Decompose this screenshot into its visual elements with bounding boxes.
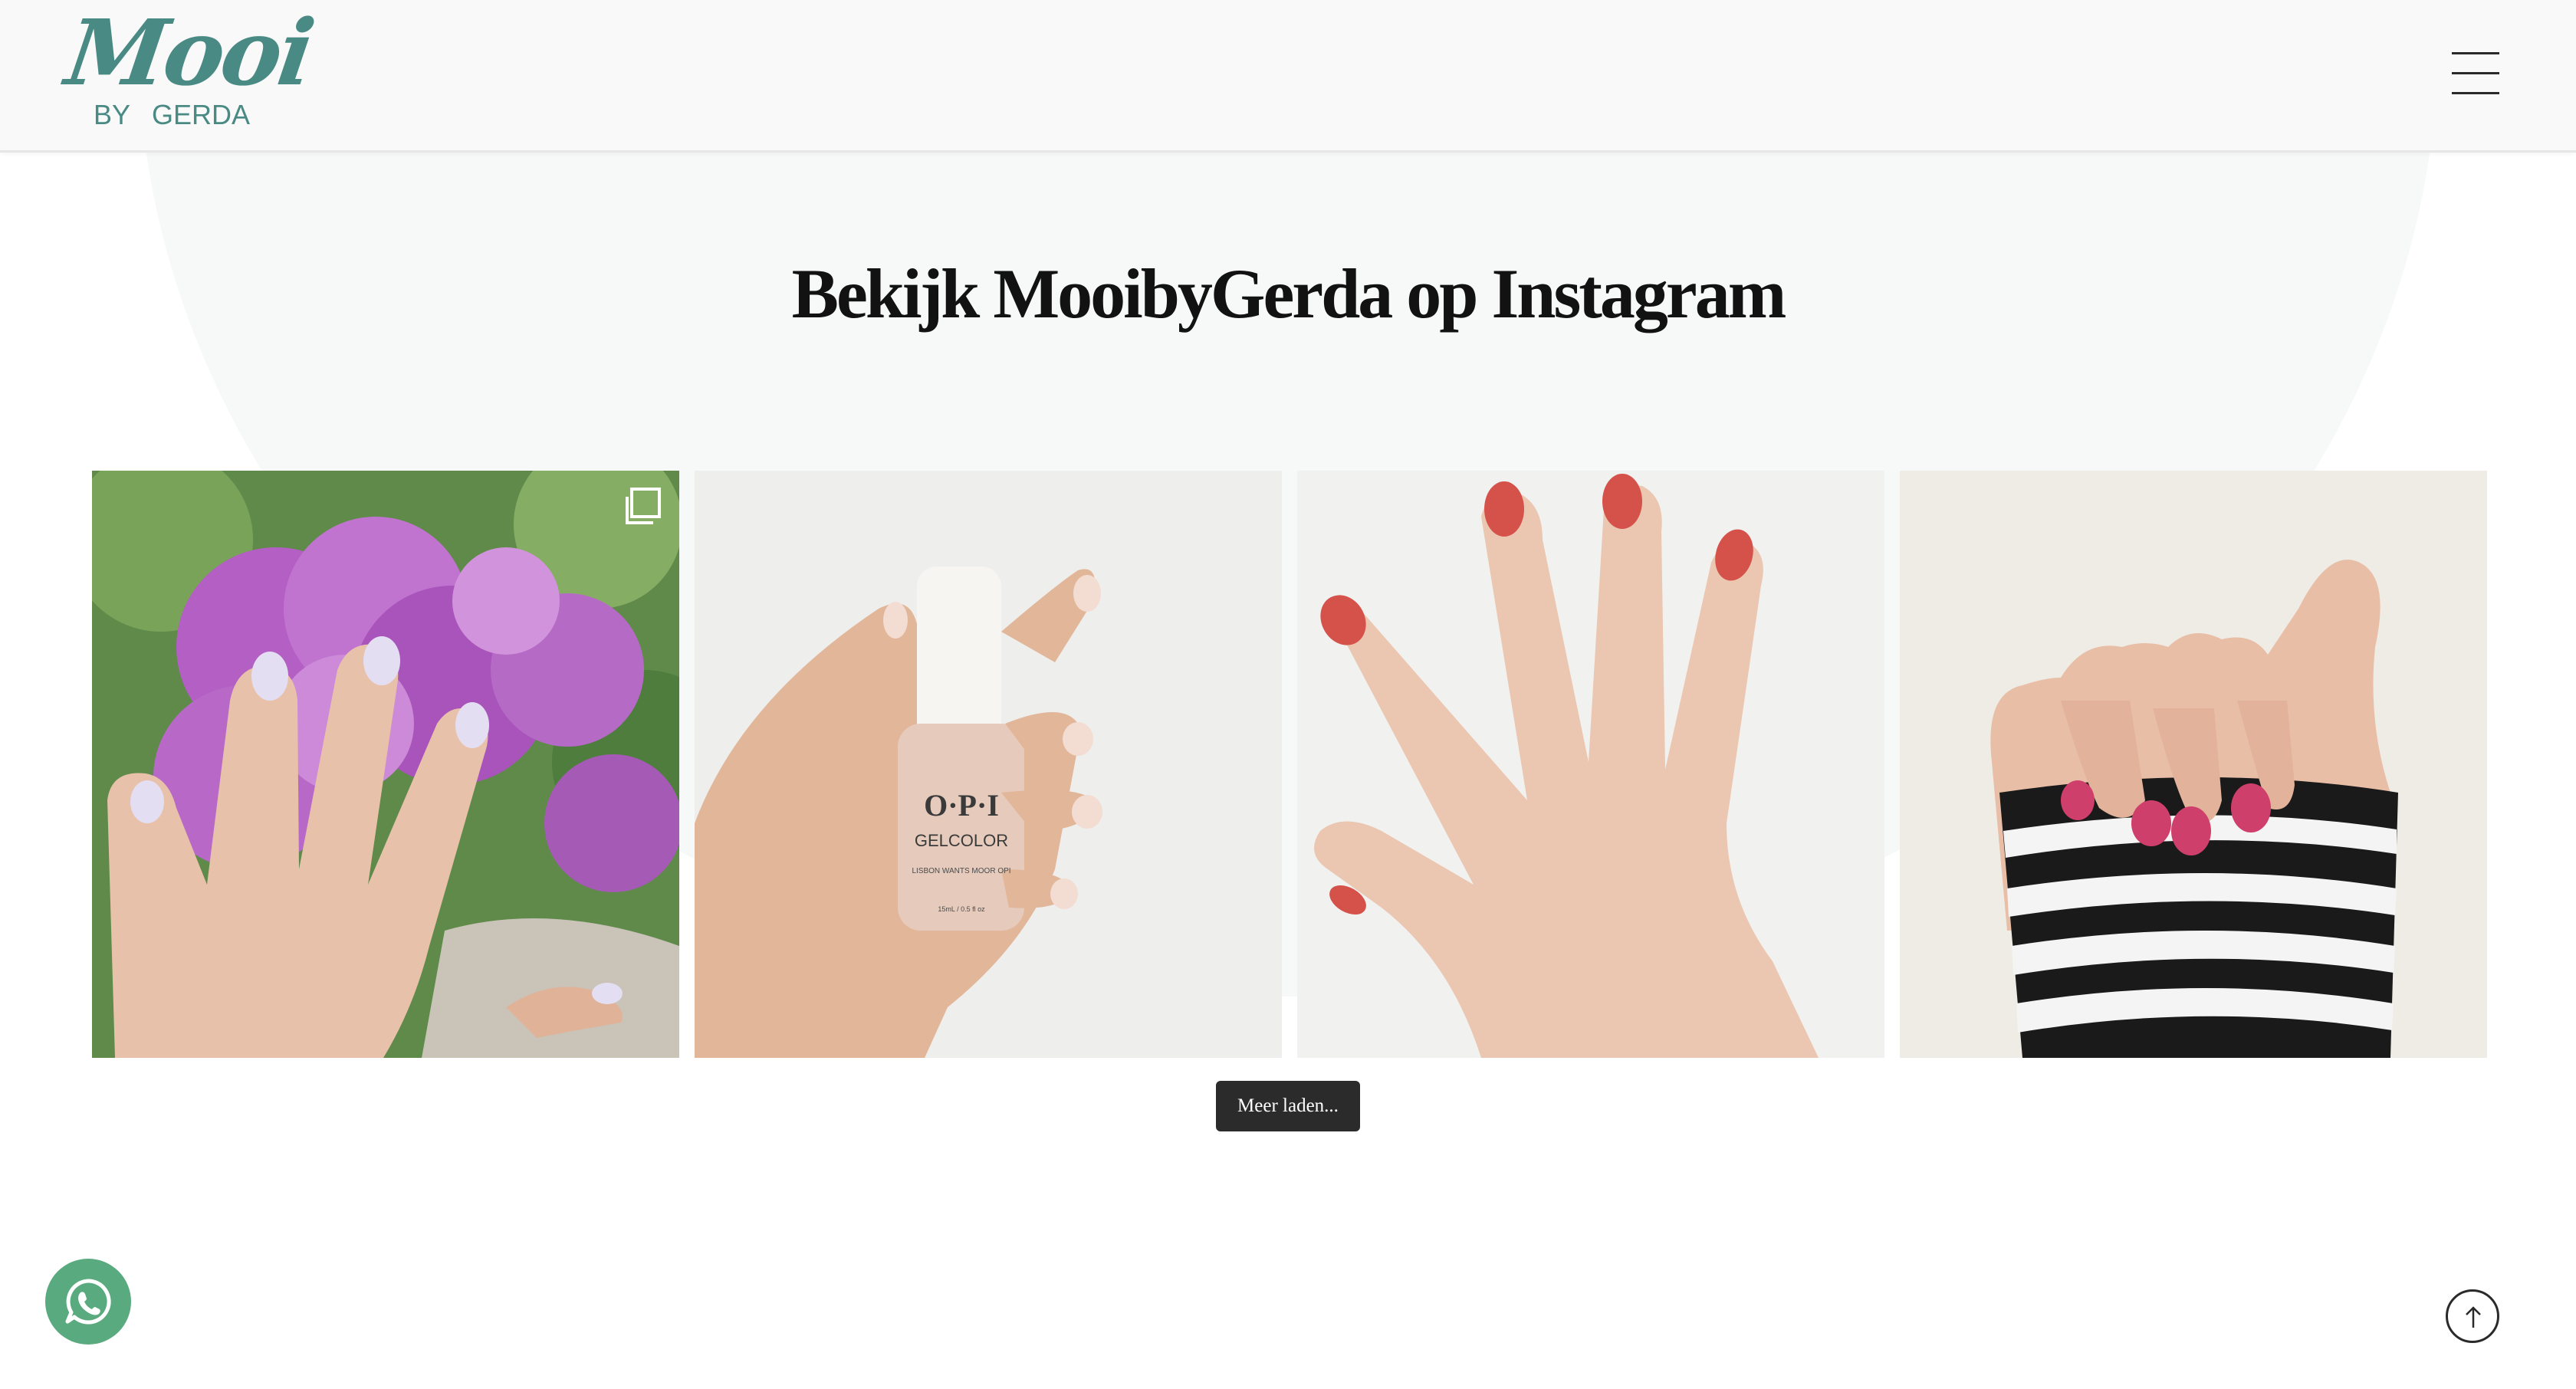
opi-size-text: 15mL / 0.5 fl oz: [938, 905, 985, 913]
carousel-icon: [626, 488, 661, 524]
whatsapp-icon: [65, 1279, 111, 1325]
opi-bottle-hand-image: O·P·I GELCOLOR LISBON WANTS MOOR OPI 15m…: [695, 471, 1282, 1058]
load-more-button[interactable]: Meer laden...: [1216, 1081, 1360, 1131]
logo-by-text: BY: [94, 99, 131, 130]
hamburger-menu-icon[interactable]: [2452, 49, 2499, 98]
opi-line-text: GELCOLOR: [915, 831, 1008, 850]
pink-nails-striped-sleeve-image: [1900, 471, 2487, 1058]
arrow-up-icon: [2466, 1306, 2481, 1328]
opi-brand-text: O·P·I: [924, 788, 999, 823]
coral-nails-hand-image: [1297, 471, 1884, 1058]
site-logo[interactable]: Mooi BY GERDA: [60, 0, 317, 136]
whatsapp-button[interactable]: [45, 1259, 131, 1345]
instagram-section-title: Bekijk MooibyGerda op Instagram: [791, 254, 1787, 333]
instagram-post-2[interactable]: O·P·I GELCOLOR LISBON WANTS MOOR OPI 15m…: [695, 471, 1282, 1058]
opi-shade-text: LISBON WANTS MOOR OPI: [912, 867, 1010, 875]
logo-script-text: Mooi: [60, 0, 318, 106]
site-header: Mooi BY GERDA: [0, 0, 2576, 153]
logo-name-text: GERDA: [152, 99, 251, 130]
instagram-feed: O·P·I GELCOLOR LISBON WANTS MOOR OPI 15m…: [92, 471, 2487, 1058]
instagram-post-1[interactable]: [92, 471, 679, 1058]
scroll-to-top-button[interactable]: [2446, 1289, 2499, 1343]
instagram-post-4[interactable]: [1900, 471, 2487, 1058]
hydrangea-hand-image: [92, 471, 679, 1058]
instagram-post-3[interactable]: [1297, 471, 1884, 1058]
